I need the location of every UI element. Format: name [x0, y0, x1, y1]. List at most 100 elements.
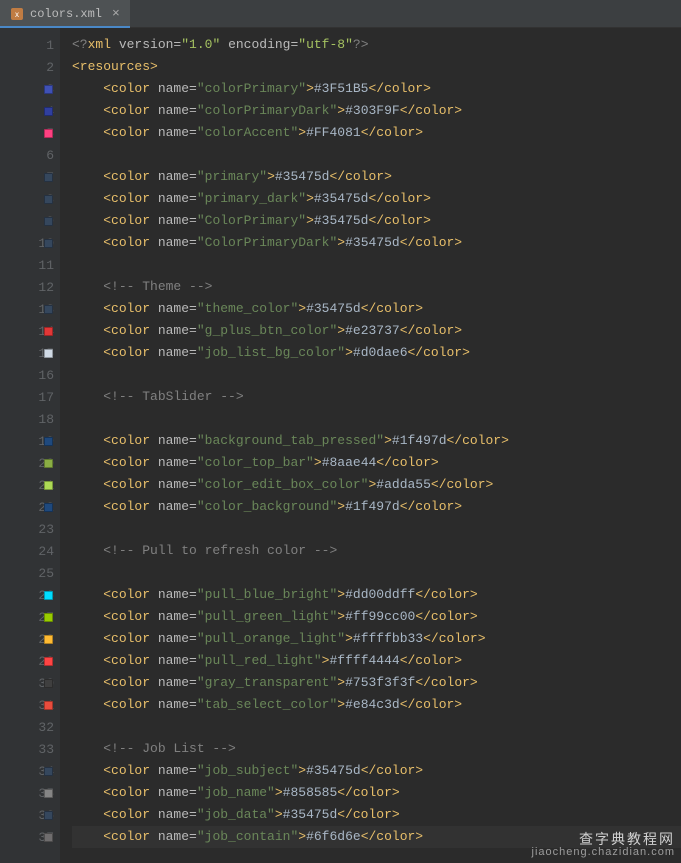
- color-swatch-icon: [44, 657, 53, 666]
- code-line[interactable]: <color name="pull_green_light">#ff99cc00…: [72, 606, 681, 628]
- tab-bar: x colors.xml ×: [0, 0, 681, 28]
- line-number: 28: [0, 628, 60, 650]
- code-line[interactable]: <color name="theme_color">#35475d</color…: [72, 298, 681, 320]
- code-line[interactable]: <color name="job_list_bg_color">#d0dae6<…: [72, 342, 681, 364]
- code-line[interactable]: <!-- Pull to refresh color -->: [72, 540, 681, 562]
- color-swatch-icon: [44, 173, 53, 182]
- line-number: 26: [0, 584, 60, 606]
- gutter: 1234567891011121314151617181920212223242…: [0, 28, 60, 863]
- code-line[interactable]: <color name="color_top_bar">#8aae44</col…: [72, 452, 681, 474]
- line-number: 21: [0, 474, 60, 496]
- line-number: 7: [0, 166, 60, 188]
- close-icon[interactable]: ×: [112, 6, 120, 21]
- tab-label: colors.xml: [30, 7, 102, 21]
- line-number: 29: [0, 650, 60, 672]
- line-number: 14: [0, 320, 60, 342]
- line-number: 17: [0, 386, 60, 408]
- editor[interactable]: 1234567891011121314151617181920212223242…: [0, 28, 681, 863]
- code-line[interactable]: <color name="job_name">#858585</color>: [72, 782, 681, 804]
- color-swatch-icon: [44, 217, 53, 226]
- color-swatch-icon: [44, 679, 53, 688]
- code-line[interactable]: <color name="gray_transparent">#753f3f3f…: [72, 672, 681, 694]
- line-number: 15: [0, 342, 60, 364]
- code-line[interactable]: [72, 518, 681, 540]
- line-number: 4: [0, 100, 60, 122]
- line-number: 20: [0, 452, 60, 474]
- line-number: 23: [0, 518, 60, 540]
- line-number: 12: [0, 276, 60, 298]
- code-line[interactable]: <color name="colorPrimary">#3F51B5</colo…: [72, 78, 681, 100]
- line-number: 1: [0, 34, 60, 56]
- code-line[interactable]: <color name="job_data">#35475d</color>: [72, 804, 681, 826]
- code-line[interactable]: [72, 364, 681, 386]
- code-line[interactable]: <color name="colorAccent">#FF4081</color…: [72, 122, 681, 144]
- line-number: 27: [0, 606, 60, 628]
- code-line[interactable]: <color name="pull_red_light">#ffff4444</…: [72, 650, 681, 672]
- line-number: 11: [0, 254, 60, 276]
- line-number: 5: [0, 122, 60, 144]
- color-swatch-icon: [44, 129, 53, 138]
- line-number: 13: [0, 298, 60, 320]
- code-line[interactable]: <color name="g_plus_btn_color">#e23737</…: [72, 320, 681, 342]
- color-swatch-icon: [44, 459, 53, 468]
- code-line[interactable]: <color name="pull_orange_light">#ffffbb3…: [72, 628, 681, 650]
- code-line[interactable]: <color name="primary_dark">#35475d</colo…: [72, 188, 681, 210]
- code-line[interactable]: <color name="job_subject">#35475d</color…: [72, 760, 681, 782]
- color-swatch-icon: [44, 195, 53, 204]
- code-line[interactable]: <resources>: [72, 56, 681, 78]
- code-line[interactable]: [72, 716, 681, 738]
- line-number: 16: [0, 364, 60, 386]
- xml-file-icon: x: [10, 7, 24, 21]
- code-line[interactable]: <!-- TabSlider -->: [72, 386, 681, 408]
- code-line[interactable]: <?xml version="1.0" encoding="utf-8"?>: [72, 34, 681, 56]
- color-swatch-icon: [44, 701, 53, 710]
- line-number: 37: [0, 826, 60, 848]
- color-swatch-icon: [44, 833, 53, 842]
- code-line[interactable]: [72, 408, 681, 430]
- code-line[interactable]: <color name="primary">#35475d</color>: [72, 166, 681, 188]
- svg-text:x: x: [15, 10, 19, 19]
- code-line[interactable]: <!-- Theme -->: [72, 276, 681, 298]
- color-swatch-icon: [44, 635, 53, 644]
- code-line[interactable]: [72, 562, 681, 584]
- code-line[interactable]: <color name="pull_blue_bright">#dd00ddff…: [72, 584, 681, 606]
- tab-colors-xml[interactable]: x colors.xml ×: [0, 0, 130, 27]
- code-line[interactable]: <color name="colorPrimaryDark">#303F9F</…: [72, 100, 681, 122]
- code-line[interactable]: [72, 144, 681, 166]
- code-line[interactable]: <!-- Job List -->: [72, 738, 681, 760]
- color-swatch-icon: [44, 481, 53, 490]
- color-swatch-icon: [44, 305, 53, 314]
- line-number: 33: [0, 738, 60, 760]
- line-number: 30: [0, 672, 60, 694]
- code-line[interactable]: <color name="color_edit_box_color">#adda…: [72, 474, 681, 496]
- code-line[interactable]: <color name="tab_select_color">#e84c3d</…: [72, 694, 681, 716]
- line-number: 2: [0, 56, 60, 78]
- line-number: 24: [0, 540, 60, 562]
- color-swatch-icon: [44, 85, 53, 94]
- color-swatch-icon: [44, 239, 53, 248]
- code-line[interactable]: [72, 254, 681, 276]
- color-swatch-icon: [44, 789, 53, 798]
- color-swatch-icon: [44, 811, 53, 820]
- line-number: 35: [0, 782, 60, 804]
- code-line[interactable]: <color name="ColorPrimaryDark">#35475d</…: [72, 232, 681, 254]
- code-line[interactable]: <color name="ColorPrimary">#35475d</colo…: [72, 210, 681, 232]
- color-swatch-icon: [44, 591, 53, 600]
- color-swatch-icon: [44, 437, 53, 446]
- color-swatch-icon: [44, 107, 53, 116]
- code-area[interactable]: <?xml version="1.0" encoding="utf-8"?><r…: [60, 28, 681, 863]
- code-line[interactable]: <color name="background_tab_pressed">#1f…: [72, 430, 681, 452]
- color-swatch-icon: [44, 613, 53, 622]
- line-number: 31: [0, 694, 60, 716]
- color-swatch-icon: [44, 503, 53, 512]
- line-number: 19: [0, 430, 60, 452]
- line-number: 3: [0, 78, 60, 100]
- line-number: 36: [0, 804, 60, 826]
- line-number: 18: [0, 408, 60, 430]
- line-number: 32: [0, 716, 60, 738]
- color-swatch-icon: [44, 767, 53, 776]
- code-line[interactable]: <color name="color_background">#1f497d</…: [72, 496, 681, 518]
- line-number: 8: [0, 188, 60, 210]
- watermark: 查字典教程网 jiaocheng.chazidian.com: [532, 833, 675, 859]
- line-number: 10: [0, 232, 60, 254]
